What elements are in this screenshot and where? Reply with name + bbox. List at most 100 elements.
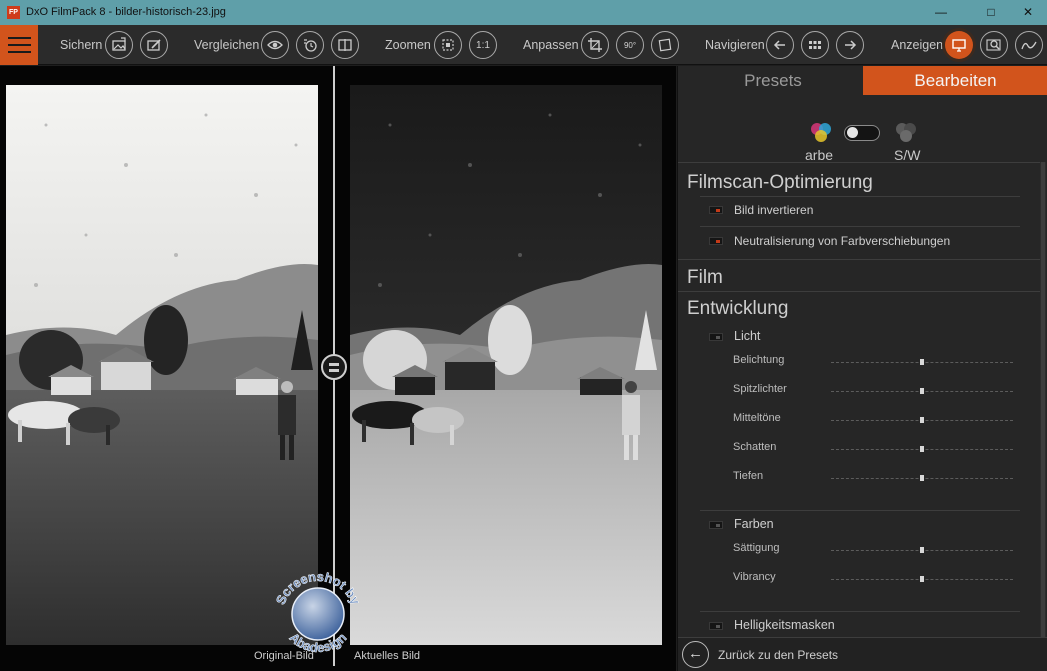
display-button[interactable] — [945, 31, 973, 59]
previous-image-button[interactable] — [766, 31, 794, 59]
zoom-1-1-button[interactable]: 1:1 — [469, 31, 497, 59]
option-bild-invertieren[interactable]: Bild invertieren — [700, 199, 1020, 223]
histogram-button[interactable] — [1015, 31, 1043, 59]
color-bw-toggle[interactable] — [844, 125, 880, 141]
slider-label: Schatten — [733, 441, 777, 453]
grid-icon — [809, 41, 821, 49]
toggle-farben[interactable] — [709, 521, 723, 529]
toolbar-group-label-anpassen: Anpassen — [523, 38, 579, 52]
grid-view-button[interactable] — [801, 31, 829, 59]
toolbar-group-label-navigieren: Navigieren — [705, 38, 765, 52]
subsection-helligkeitsmasken[interactable]: Helligkeitsmasken — [700, 615, 1020, 637]
export-image-icon — [112, 37, 126, 51]
section-film-title[interactable]: Film — [687, 267, 723, 289]
original-image — [6, 85, 318, 645]
toggle-neutralize[interactable] — [709, 237, 723, 245]
subsection-label: Helligkeitsmasken — [734, 618, 835, 632]
histogram-icon — [1021, 41, 1037, 50]
loupe-button[interactable] — [980, 31, 1008, 59]
color-mode-icon[interactable] — [808, 120, 834, 146]
slider-row: Sättigung — [733, 541, 1023, 559]
panel-scrollbar[interactable] — [1040, 162, 1046, 637]
zoom-1-1-icon: 1:1 — [476, 39, 490, 51]
arrow-left-icon[interactable]: ← — [682, 641, 709, 668]
slider-label: Belichtung — [733, 354, 785, 366]
slider-handle[interactable] — [920, 417, 924, 423]
slider-handle[interactable] — [920, 576, 924, 582]
slider-handle[interactable] — [920, 446, 924, 452]
app-logo-icon: FP — [7, 6, 20, 19]
zoom-fit-button[interactable] — [434, 31, 462, 59]
divider — [700, 226, 1020, 227]
slider-label: Sättigung — [733, 542, 780, 554]
tab-bearbeiten[interactable]: Bearbeiten — [863, 66, 1047, 95]
straighten-icon — [658, 38, 672, 52]
toggle-licht[interactable] — [709, 333, 723, 341]
close-button[interactable]: ✕ — [1013, 3, 1043, 21]
slider-row: Belichtung — [733, 353, 1023, 371]
filmpack-window: FP DxO FilmPack 8 - bilder-historisch-23… — [0, 0, 1047, 671]
toolbar-group-label-sichern: Sichern — [60, 38, 103, 52]
edit-panel: Presets Bearbeiten arbe S/W Filmscan-Opt… — [677, 66, 1047, 671]
fit-icon — [442, 39, 454, 51]
toolbar-group-label-vergleichen: Vergleichen — [194, 38, 260, 52]
window-title: DxO FilmPack 8 - bilder-historisch-23.jp… — [26, 6, 226, 18]
export-edit-icon — [147, 39, 161, 51]
slider-label: Spitzlichter — [733, 383, 787, 395]
slider-handle[interactable] — [920, 359, 924, 365]
tab-presets[interactable]: Presets — [684, 66, 862, 95]
split-handle[interactable] — [321, 354, 347, 380]
export-image-button[interactable] — [105, 31, 133, 59]
display-icon — [952, 39, 966, 52]
divider — [678, 162, 1040, 163]
slider-handle[interactable] — [920, 388, 924, 394]
history-icon — [304, 39, 317, 52]
bw-mode-icon[interactable] — [893, 120, 919, 146]
watermark-seal: Screenshot by Abadesign — [273, 569, 364, 656]
slider-handle[interactable] — [920, 547, 924, 553]
divider — [678, 291, 1040, 292]
option-neutralisierung[interactable]: Neutralisierung von Farbverschiebungen — [700, 230, 1020, 254]
subsection-farben[interactable]: Farben — [700, 514, 1020, 536]
crop-button[interactable] — [581, 31, 609, 59]
bw-mode-label: S/W — [894, 147, 921, 163]
history-button[interactable] — [296, 31, 324, 59]
hamburger-menu-button[interactable] — [0, 25, 38, 65]
slider-label: Mitteltöne — [733, 412, 781, 424]
option-label: Neutralisierung von Farbverschiebungen — [734, 234, 951, 248]
color-bw-mode-switch: arbe S/W — [678, 118, 1047, 163]
section-entwicklung-title[interactable]: Entwicklung — [687, 298, 788, 320]
slider-label: Tiefen — [733, 470, 764, 482]
color-mode-label: arbe — [805, 147, 834, 163]
title-bar: FP DxO FilmPack 8 - bilder-historisch-23… — [0, 0, 1047, 25]
slider-row: Spitzlichter — [733, 382, 1023, 400]
subsection-licht[interactable]: Licht — [700, 326, 1020, 348]
straighten-button[interactable] — [651, 31, 679, 59]
split-view-icon — [338, 39, 352, 51]
arrow-right-icon — [845, 40, 857, 50]
maximize-button[interactable]: □ — [976, 3, 1006, 21]
divider — [700, 611, 1020, 612]
split-compare-button[interactable] — [331, 31, 359, 59]
slider-row: Mitteltöne — [733, 411, 1023, 429]
minimize-button[interactable]: — — [926, 3, 956, 21]
divider — [678, 259, 1040, 260]
subsection-label: Farben — [734, 517, 774, 531]
section-filmscan-title[interactable]: Filmscan-Optimierung — [687, 172, 873, 194]
toolbar-group-label-zoomen: Zoomen — [385, 38, 431, 52]
next-image-button[interactable] — [836, 31, 864, 59]
current-image — [350, 85, 662, 645]
image-viewer[interactable]: Original-Bild Aktuelles Bild Screenshot … — [0, 66, 676, 671]
rotate-90-icon: 90° — [623, 40, 637, 50]
toggle-invert[interactable] — [709, 206, 723, 214]
back-to-presets[interactable]: ← Zurück zu den Presets — [678, 637, 1047, 671]
compare-eye-button[interactable] — [261, 31, 289, 59]
slider-handle[interactable] — [920, 475, 924, 481]
export-edit-button[interactable] — [140, 31, 168, 59]
main-toolbar: Sichern Vergleichen Zoomen 1:1 Anpassen … — [0, 25, 1047, 65]
rotate-90-button[interactable]: 90° — [616, 31, 644, 59]
back-to-presets-label: Zurück zu den Presets — [718, 648, 839, 662]
slider-label: Vibrancy — [733, 571, 776, 583]
slider-row: Schatten — [733, 440, 1023, 458]
toggle-helligkeitsmasken[interactable] — [709, 622, 723, 630]
